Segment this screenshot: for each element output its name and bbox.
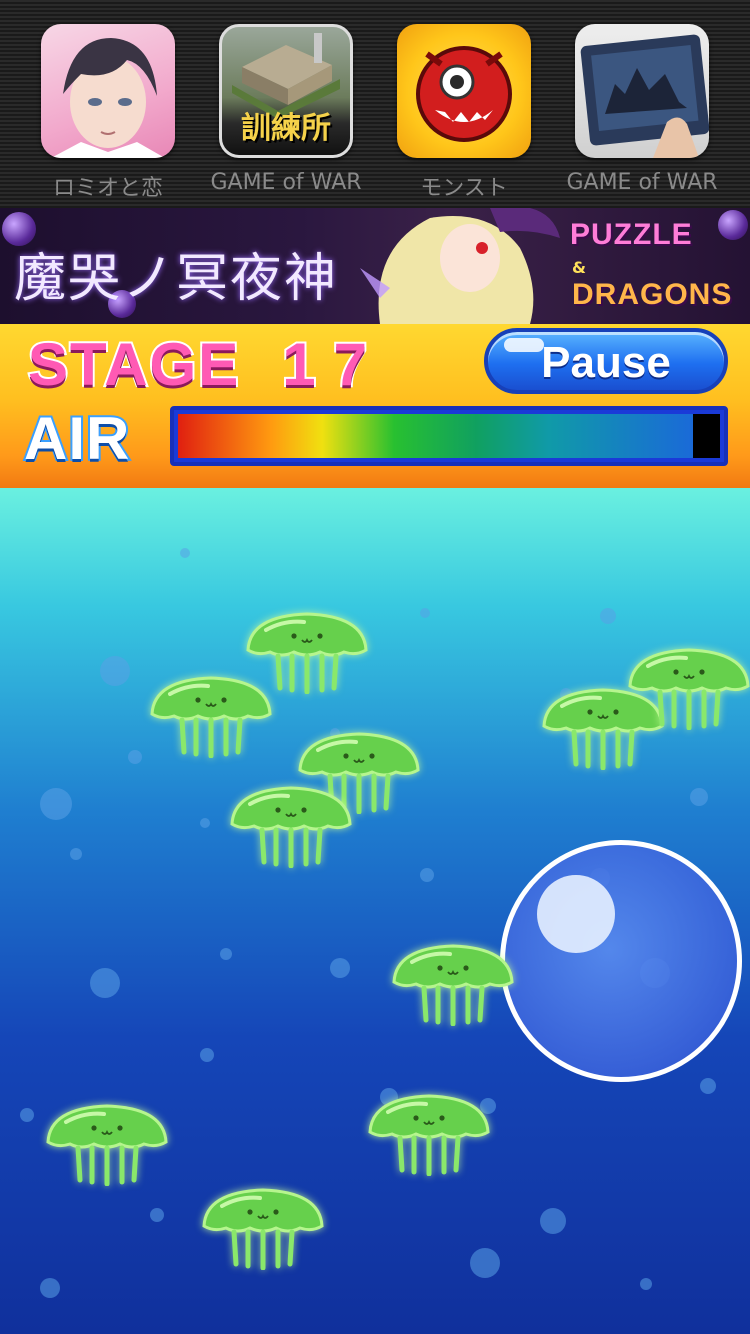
air-meter-fill	[178, 414, 693, 458]
jellyfish-enemy[interactable]	[200, 1188, 326, 1270]
water-bubble	[90, 968, 120, 998]
brand-dragons: DRAGONS	[572, 278, 733, 311]
app-ad-monst[interactable]: モンスト	[397, 24, 531, 208]
water-bubble	[100, 656, 130, 686]
banner-title: 魔哭ノ冥夜神	[14, 249, 339, 309]
pause-label: Pause	[541, 338, 671, 387]
app-ad-label: GAME of WAR	[566, 170, 718, 195]
water-bubble	[470, 1248, 500, 1278]
app-ad-game-of-war-1[interactable]: 訓練所 GAME of WAR	[210, 24, 362, 208]
water-bubble	[420, 868, 434, 882]
water-bubble	[640, 1278, 652, 1290]
water-bubble	[700, 1078, 716, 1094]
water-bubble	[40, 1278, 60, 1298]
jellyfish-enemy[interactable]	[390, 944, 516, 1026]
stage-label: STAGE	[26, 329, 241, 400]
air-label: AIR	[22, 403, 131, 474]
jellyfish-enemy[interactable]	[228, 786, 354, 868]
anime-boy-icon	[41, 24, 175, 158]
water-bubble	[200, 818, 210, 828]
air-bubble-player[interactable]	[500, 840, 742, 1082]
brand-puzzle: PUZZLE	[570, 218, 693, 251]
training-camp-icon: 訓練所	[219, 24, 353, 158]
water-bubble	[200, 1048, 214, 1062]
training-camp-tile-text: 訓練所	[241, 111, 331, 146]
water-bubble	[70, 848, 82, 860]
red-dragon-icon	[397, 24, 531, 158]
jellyfish-enemy[interactable]	[366, 1094, 492, 1176]
purple-orb-icon	[718, 210, 748, 240]
water-bubble	[690, 788, 708, 806]
brand-ampersand: &	[572, 258, 586, 277]
water-bubble	[420, 608, 430, 618]
ocean-play-field[interactable]	[0, 488, 750, 1334]
water-bubble	[220, 948, 232, 960]
air-meter	[170, 406, 728, 466]
stage-number: 17	[280, 329, 385, 400]
stage-indicator: STAGE 17	[26, 329, 385, 400]
pause-button[interactable]: Pause	[484, 328, 728, 394]
jellyfish-enemy[interactable]	[626, 648, 750, 730]
app-ad-romio[interactable]: ロミオと恋	[41, 24, 175, 208]
anime-girl-illustration	[360, 208, 560, 324]
water-bubble	[180, 548, 190, 558]
puzzle-dragons-banner-ad[interactable]: 魔哭ノ冥夜神 PUZZLE & DRAGONS	[0, 208, 750, 324]
jellyfish-enemy[interactable]	[44, 1104, 170, 1186]
castle-tablet-icon	[575, 24, 709, 158]
app-ad-game-of-war-2[interactable]: GAME of WAR	[566, 24, 718, 208]
game-hud: STAGE 17 Pause AIR	[0, 324, 750, 488]
air-meter-track	[178, 414, 720, 458]
water-bubble	[150, 1208, 164, 1222]
water-bubble	[128, 750, 142, 764]
water-bubble	[40, 788, 72, 820]
water-bubble	[20, 1108, 34, 1122]
water-bubble	[540, 1208, 566, 1234]
water-bubble	[600, 608, 616, 624]
bubble-highlight	[537, 875, 615, 953]
water-bubble	[330, 958, 350, 978]
app-ad-row: ロミオと恋 訓練所 GAME of WAR モンスト GAME of WAR	[0, 0, 750, 208]
jellyfish-enemy[interactable]	[148, 676, 274, 758]
